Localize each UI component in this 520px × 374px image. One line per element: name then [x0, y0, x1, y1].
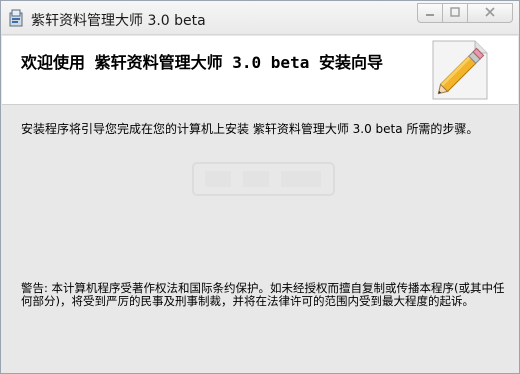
close-icon — [485, 6, 495, 20]
installer-window: 紫轩资料管理大师 3.0 beta 欢迎使用 紫轩资料管理大师 3.0 beta… — [0, 0, 520, 374]
window-controls — [417, 3, 513, 25]
watermark-logo — [191, 159, 336, 199]
copyright-warning: 警告: 本计算机程序受著作权法和国际条约保护。如未经授权而擅自复制或传播本程序(… — [21, 281, 505, 308]
title-bar[interactable]: 紫轩资料管理大师 3.0 beta — [1, 1, 519, 35]
minimize-button[interactable] — [417, 3, 443, 23]
close-button[interactable] — [467, 3, 513, 23]
maximize-icon — [450, 6, 460, 20]
intro-text: 安装程序将引导您完成在您的计算机上安装 紫轩资料管理大师 3.0 beta 所需… — [21, 122, 479, 136]
wizard-title: 欢迎使用 紫轩资料管理大师 3.0 beta 安装向导 — [21, 53, 383, 72]
maximize-button[interactable] — [442, 3, 468, 23]
wizard-header: 欢迎使用 紫轩资料管理大师 3.0 beta 安装向导 — [2, 36, 518, 105]
installer-icon — [9, 9, 25, 27]
window-title: 紫轩资料管理大师 3.0 beta — [31, 13, 206, 29]
minimize-icon — [425, 6, 435, 20]
pencil-paper-icon — [427, 37, 493, 103]
